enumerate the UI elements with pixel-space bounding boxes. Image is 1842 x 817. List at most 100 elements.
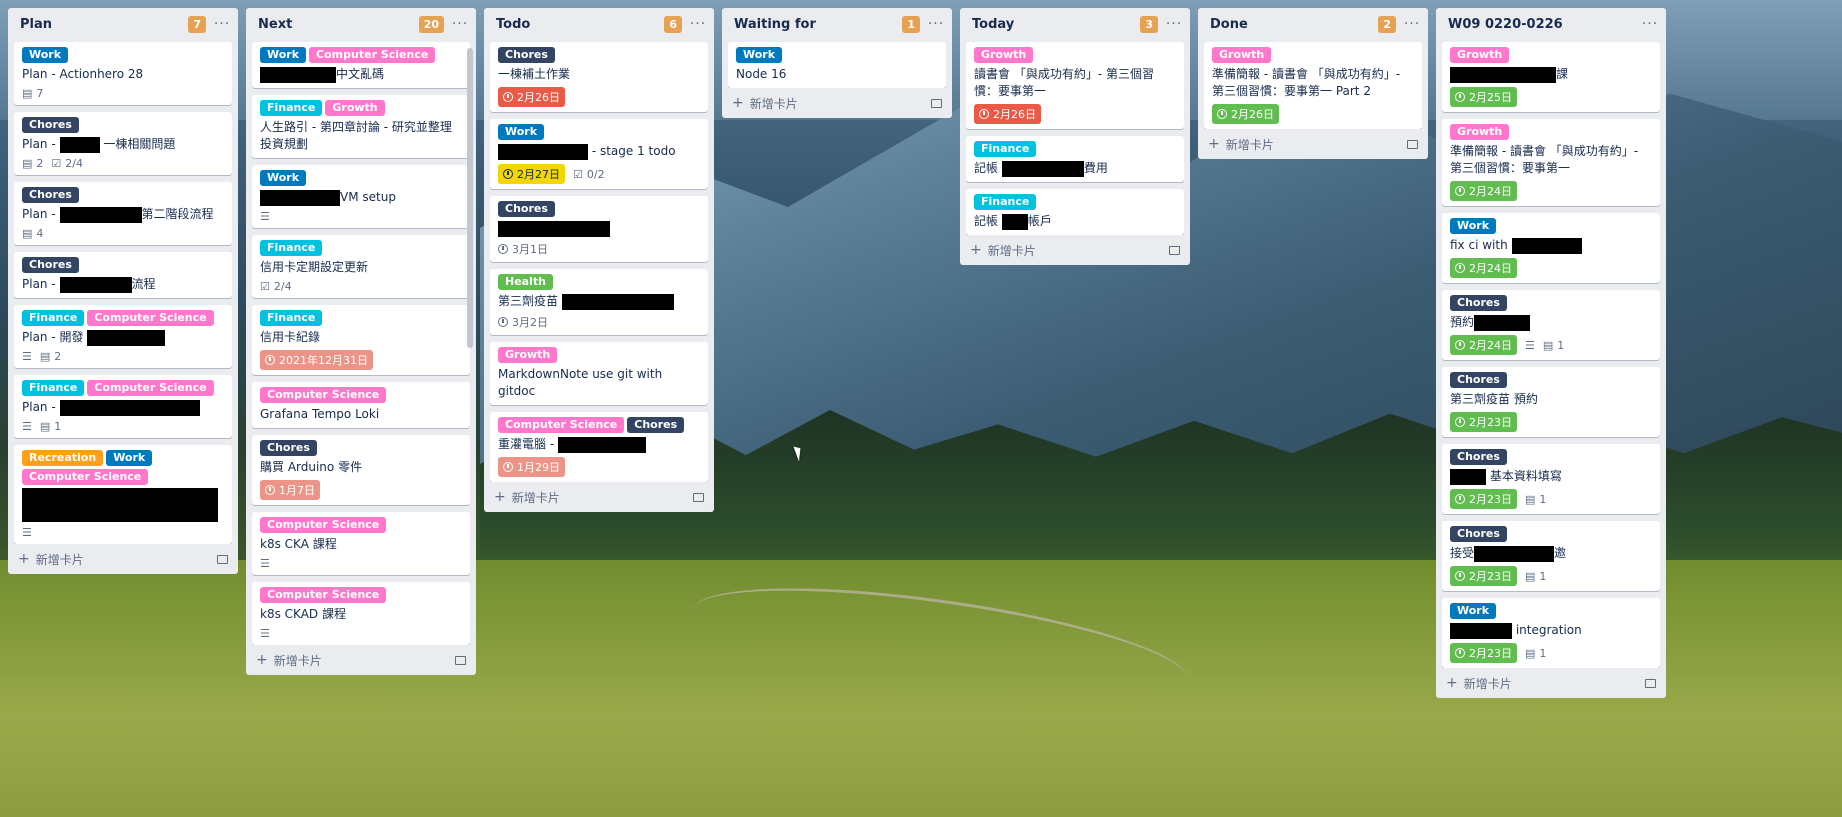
label-growth[interactable]: Growth	[1450, 47, 1510, 63]
label-growth[interactable]: Growth	[1212, 47, 1272, 63]
label-computer-science[interactable]: Computer Science	[309, 47, 436, 63]
label-finance[interactable]: Finance	[260, 240, 323, 256]
label-finance[interactable]: Finance	[22, 380, 85, 396]
due-date-badge[interactable]: 2021年12月31日	[260, 350, 373, 370]
card[interactable]: Chores 基本資料填寫 2月23日 ▤ 1	[1442, 444, 1660, 514]
card[interactable]: Finance 信用卡紀錄 2021年12月31日	[252, 305, 470, 375]
due-date-badge[interactable]: 2月24日	[1450, 335, 1517, 355]
list-menu-icon[interactable]: ···	[450, 16, 470, 32]
due-date-badge[interactable]: 2月23日	[1450, 566, 1517, 586]
label-chores[interactable]: Chores	[498, 201, 555, 217]
label-computer-science[interactable]: Computer Science	[260, 387, 387, 403]
list-title[interactable]: Todo	[496, 17, 664, 32]
due-date-badge[interactable]: 2月26日	[974, 104, 1041, 124]
list-menu-icon[interactable]: ···	[1402, 16, 1422, 32]
card[interactable]: Growth 準備簡報 - 讀書會 「與成功有約」- 第三個習慣：要事第一 Par…	[1204, 42, 1422, 129]
label-chores[interactable]: Chores	[1450, 449, 1507, 465]
label-computer-science[interactable]: Computer Science	[87, 310, 214, 326]
card[interactable]: Chores 第三劑疫苗 預約 2月23日	[1442, 367, 1660, 437]
label-computer-science[interactable]: Computer Science	[260, 587, 387, 603]
label-chores[interactable]: Chores	[1450, 295, 1507, 311]
label-work[interactable]: Work	[1450, 603, 1497, 619]
label-chores[interactable]: Chores	[22, 117, 79, 133]
list-header[interactable]: Done 2 ···	[1198, 8, 1428, 40]
due-date-badge[interactable]: 2月23日	[1450, 643, 1517, 663]
list-header[interactable]: Next 20 ···	[246, 8, 476, 40]
card[interactable]: Chores 購買 Arduino 零件 1月7日	[252, 435, 470, 505]
label-work[interactable]: Work	[22, 47, 69, 63]
card[interactable]: Chores Plan - 流程	[14, 252, 232, 298]
list-header[interactable]: Today 3 ···	[960, 8, 1190, 40]
card-template-icon[interactable]	[931, 98, 942, 108]
label-work[interactable]: Work	[260, 170, 307, 186]
card[interactable]: Finance 信用卡定期設定更新 ☑ 2/4	[252, 235, 470, 298]
due-date-badge[interactable]: 2月25日	[1450, 87, 1517, 107]
card[interactable]: Work fix ci with 2月24日	[1442, 213, 1660, 283]
card[interactable]: Chores 一棟補土作業 2月26日	[490, 42, 708, 112]
label-finance[interactable]: Finance	[260, 310, 323, 326]
card[interactable]: Growth 讀書會 「與成功有約」- 第三個習慣：要事第一 2月26日	[966, 42, 1184, 129]
label-finance[interactable]: Finance	[974, 141, 1037, 157]
card-template-icon[interactable]	[1169, 245, 1180, 255]
card[interactable]: Finance Computer Science Plan - ☰ ▤ 1	[14, 375, 232, 438]
label-work[interactable]: Work	[1450, 218, 1497, 234]
card[interactable]: Growth MarkdownNote use git with gitdoc	[490, 342, 708, 405]
card[interactable]: Computer Science k8s CKA 課程 ☰	[252, 512, 470, 575]
label-chores[interactable]: Chores	[1450, 372, 1507, 388]
card[interactable]: Computer Science k8s CKAD 課程 ☰	[252, 582, 470, 645]
card-template-icon[interactable]	[693, 492, 704, 502]
card[interactable]: Chores 預約 2月24日 ☰ ▤ 1	[1442, 290, 1660, 360]
label-finance[interactable]: Finance	[22, 310, 85, 326]
due-date-badge[interactable]: 2月23日	[1450, 412, 1517, 432]
add-card-button[interactable]: + 新增卡片	[246, 645, 476, 675]
label-computer-science[interactable]: Computer Science	[87, 380, 214, 396]
card[interactable]: Finance 記帳 帳戶	[966, 189, 1184, 235]
list-title[interactable]: Plan	[20, 17, 188, 32]
card[interactable]: Computer Science Chores 重灌電腦 - 1月29日	[490, 412, 708, 482]
card[interactable]: Work integration 2月23日 ▤ 1	[1442, 598, 1660, 668]
list-title[interactable]: Today	[972, 17, 1140, 32]
card[interactable]: Work Computer Science 中文亂碼	[252, 42, 470, 88]
label-chores[interactable]: Chores	[22, 257, 79, 273]
list-scrollbar[interactable]	[467, 48, 473, 348]
card-template-icon[interactable]	[1645, 678, 1656, 688]
label-work[interactable]: Work	[106, 450, 153, 466]
card[interactable]: Growth 準備簡報 - 讀書會 「與成功有約」- 第三個習慣：要事第一 2月24…	[1442, 119, 1660, 206]
card-template-icon[interactable]	[1407, 139, 1418, 149]
due-date-badge[interactable]: 2月26日	[1212, 104, 1279, 124]
label-chores[interactable]: Chores	[627, 417, 685, 433]
card[interactable]: Chores Plan - 第二階段流程 ▤ 4	[14, 182, 232, 245]
card[interactable]: Work Plan - Actionhero 28 ▤ 7	[14, 42, 232, 105]
label-growth[interactable]: Growth	[325, 100, 385, 116]
label-growth[interactable]: Growth	[498, 347, 558, 363]
card[interactable]: Computer Science Grafana Tempo Loki	[252, 382, 470, 428]
card[interactable]: Chores Plan - 一棟相關問題 ▤ 2 ☑ 2/4	[14, 112, 232, 175]
card[interactable]: Work Node 16	[728, 42, 946, 88]
card[interactable]: Finance Growth 人生路引 - 第四章討論 - 研究並整理投資規劃	[252, 95, 470, 158]
add-card-button[interactable]: + 新增卡片	[8, 544, 238, 574]
label-recreation[interactable]: Recreation	[22, 450, 104, 466]
card-template-icon[interactable]	[217, 554, 228, 564]
list-menu-icon[interactable]: ···	[1164, 16, 1184, 32]
list-title[interactable]: Waiting for	[734, 17, 902, 32]
label-work[interactable]: Work	[498, 124, 545, 140]
list-menu-icon[interactable]: ···	[1640, 16, 1660, 32]
label-computer-science[interactable]: Computer Science	[260, 517, 387, 533]
add-card-button[interactable]: + 新增卡片	[722, 88, 952, 118]
list-title[interactable]: Next	[258, 17, 419, 32]
label-finance[interactable]: Finance	[260, 100, 323, 116]
label-chores[interactable]: Chores	[1450, 526, 1507, 542]
due-date-badge[interactable]: 2月26日	[498, 87, 565, 107]
due-date-badge[interactable]: 2月27日	[498, 164, 565, 184]
card[interactable]: Growth 課 2月25日	[1442, 42, 1660, 112]
list-title[interactable]: W09 0220-0226	[1448, 17, 1640, 32]
card[interactable]: Work VM setup ☰	[252, 165, 470, 228]
card[interactable]: Health 第三劑疫苗 3月2日	[490, 269, 708, 335]
list-menu-icon[interactable]: ···	[212, 16, 232, 32]
card[interactable]: Chores 3月1日	[490, 196, 708, 262]
card[interactable]: Chores 接受邀 2月23日 ▤ 1	[1442, 521, 1660, 591]
label-work[interactable]: Work	[736, 47, 783, 63]
list-header[interactable]: Todo 6 ···	[484, 8, 714, 40]
due-date-badge[interactable]: 2月24日	[1450, 181, 1517, 201]
label-chores[interactable]: Chores	[260, 440, 317, 456]
